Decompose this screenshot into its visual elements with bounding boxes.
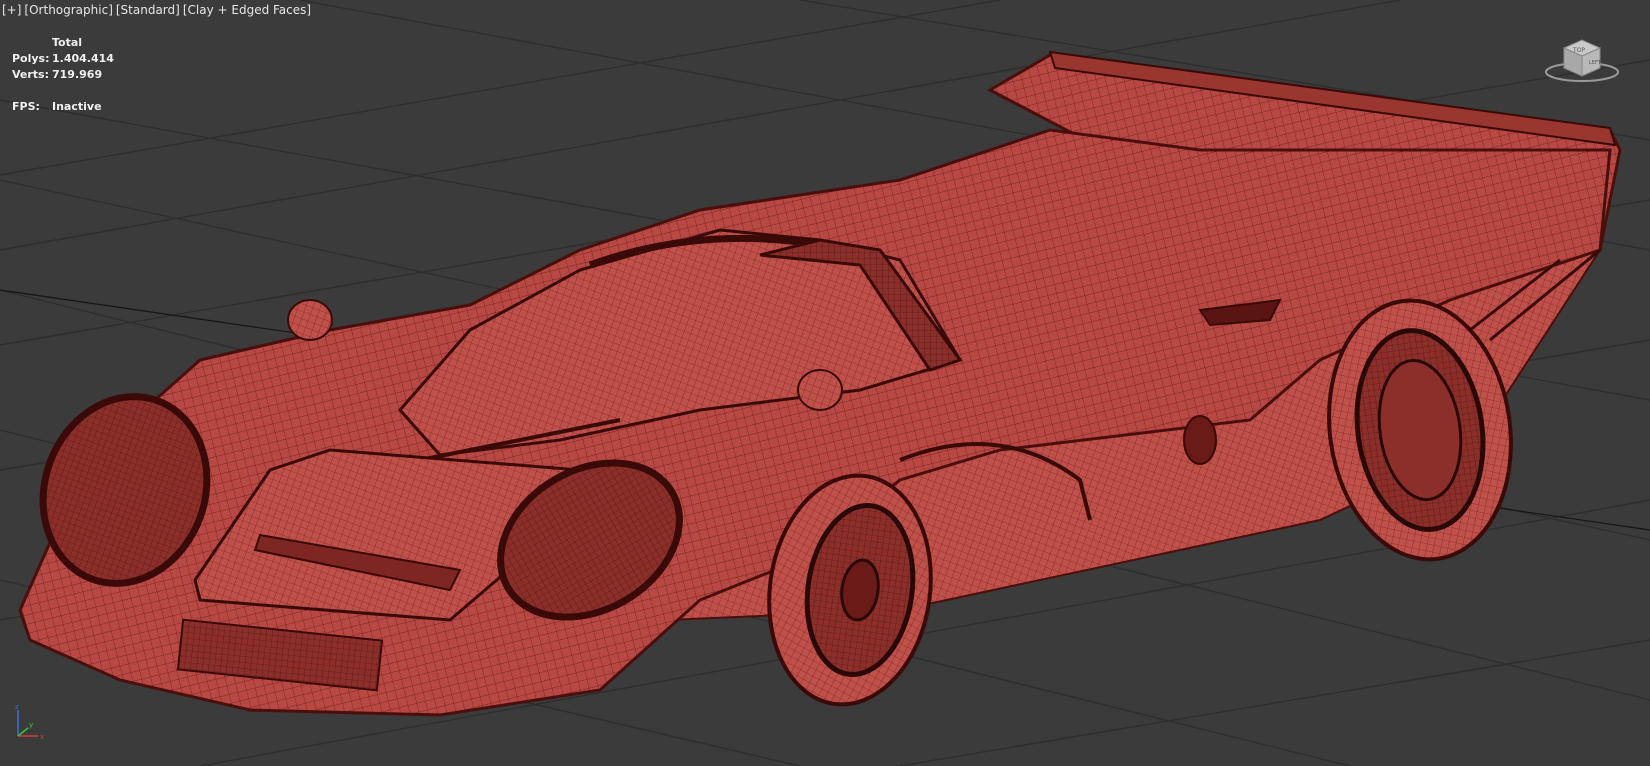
fps-label: FPS: — [12, 100, 40, 113]
z-axis-label: z — [15, 704, 19, 711]
mirror-left — [287, 299, 333, 341]
statistics-overlay: Total Polys: 1.404.414 Verts: 719.969 — [12, 35, 114, 83]
3d-viewport[interactable]: [+] [Orthographic] [Standard] [Clay + Ed… — [0, 0, 1650, 766]
viewport-view-menu[interactable]: [Orthographic] — [24, 3, 112, 17]
mirror-right — [797, 369, 843, 411]
y-axis-line — [17, 727, 29, 737]
verts-label: Verts: — [12, 68, 50, 81]
y-axis-label: y — [29, 721, 33, 729]
viewport-display-mode-menu[interactable]: [Clay + Edged Faces] — [183, 3, 311, 17]
viewport-shading-menu[interactable]: [Standard] — [116, 3, 180, 17]
x-axis-label: x — [40, 733, 44, 741]
stats-header: Total — [52, 36, 83, 49]
fps-value: Inactive — [52, 100, 102, 113]
car-model[interactable] — [0, 0, 1650, 766]
viewport-label: [+] [Orthographic] [Standard] [Clay + Ed… — [2, 3, 311, 17]
viewcube-side-label: LEFT — [1589, 60, 1602, 66]
polys-value: 1.404.414 — [52, 52, 114, 65]
viewcube-top-label: TOP — [1572, 47, 1585, 54]
polys-label: Polys: — [12, 52, 50, 65]
viewcube[interactable]: TOP LEFT — [1542, 30, 1622, 90]
viewport-menu-plus[interactable]: [+] — [2, 3, 21, 17]
fps-readout: FPS: Inactive — [12, 100, 102, 113]
verts-value: 719.969 — [52, 68, 103, 81]
axis-tripod: x y z — [15, 704, 44, 741]
fuel-cap — [1183, 415, 1217, 465]
